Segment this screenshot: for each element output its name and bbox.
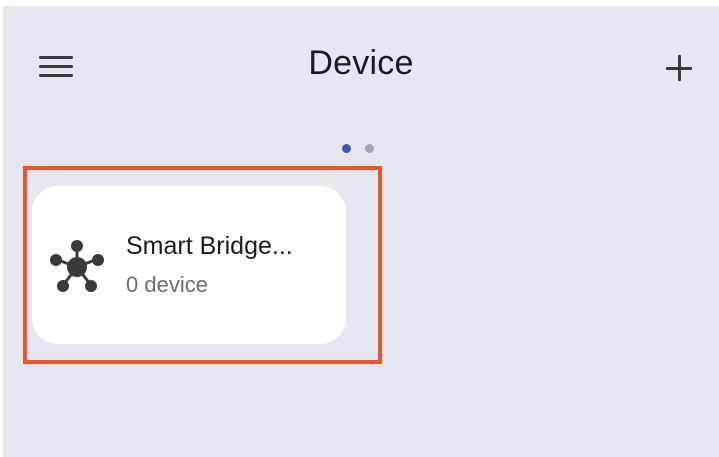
page-title: Device <box>308 44 414 82</box>
device-card-smart-bridge[interactable]: Smart Bridge... 0 device <box>32 186 346 344</box>
page-dot-inactive[interactable] <box>365 144 374 153</box>
page-indicator[interactable] <box>342 144 374 154</box>
hub-network-icon <box>50 240 104 292</box>
add-device-button[interactable] <box>659 48 699 88</box>
page-dot-active[interactable] <box>342 144 351 153</box>
device-count: 0 device <box>126 272 208 297</box>
device-screen: Device Smart Bridge... 0 device <box>3 6 719 457</box>
device-name: Smart Bridge... <box>126 232 293 260</box>
